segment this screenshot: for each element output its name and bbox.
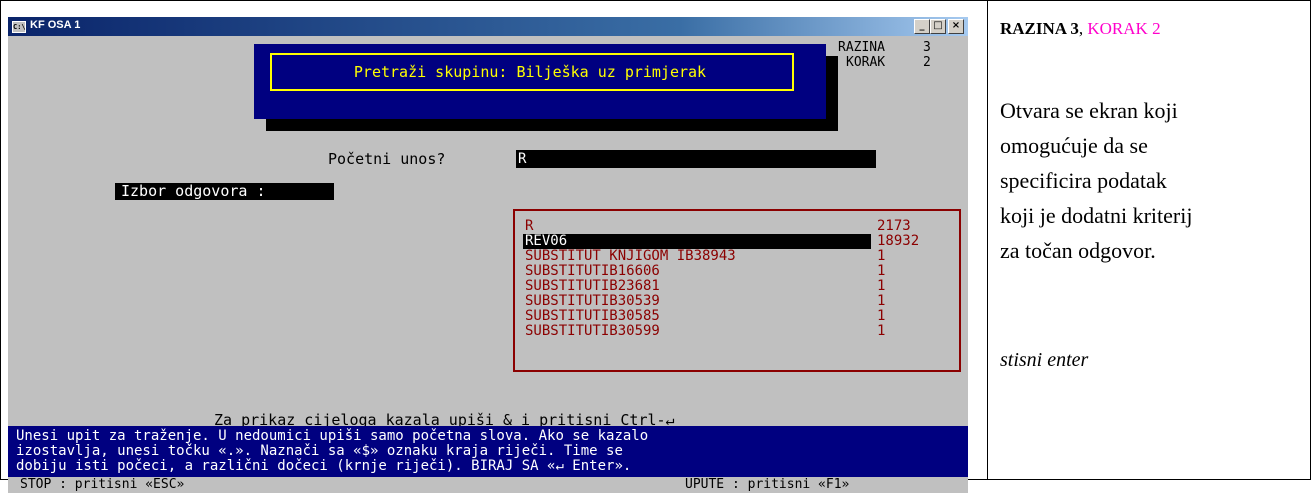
table-border-top [0,0,1311,1]
list-item[interactable]: SUBSTITUTIB16606 1 [523,264,953,279]
description-line: za točan odgovor. [1000,238,1156,263]
list-item[interactable]: R 2173 [523,219,953,234]
korak-label: KORAK [846,55,886,70]
level-indicator: RAZINA 3 KORAK 2 [838,40,953,70]
level-text: RAZINA 3 [1000,19,1079,38]
initial-entry-value: R [518,151,527,167]
answer-choice-label: Izbor odgovora : [115,183,334,200]
list-item[interactable]: SUBSTITUT KNJIGOM IB38943 1 [523,249,953,264]
help-line: izostavlja, unesi točku «.». Naznači sa … [16,443,623,459]
action-instruction: stisni enter [1000,349,1089,371]
help-line: dobiju isti počeci, a različni dočeci (k… [16,458,632,474]
console-icon: C:\ [12,21,26,33]
help-line: Unesi upit za traženje. U nedoumici upiš… [16,428,649,444]
list-item[interactable]: SUBSTITUTIB23681 1 [523,279,953,294]
razina-label: RAZINA [838,40,885,55]
stop-hint: STOP : pritisni «ESC» [20,477,185,492]
korak-value: 2 [923,55,931,70]
header-title: Pretraži skupinu: Bilješka uz primjerak [353,63,707,81]
description-line: omogućuje da se [1000,133,1148,158]
description-line: specificira podatak [1000,168,1167,193]
help-bar: Unesi upit za traženje. U nedoumici upiš… [8,426,968,477]
list-item[interactable]: SUBSTITUTIB30599 1 [523,324,953,339]
status-bar: STOP : pritisni «ESC» UPUTE : pritisni «… [8,477,968,493]
table-divider [987,0,988,480]
razina-value: 3 [923,40,931,55]
step-heading: RAZINA 3, KORAK 2 [1000,19,1161,39]
maximize-button[interactable]: □ [930,19,946,34]
title-bar[interactable]: C:\ KF OSA 1 _ □ × [8,17,968,36]
list-item[interactable]: SUBSTITUTIB30539 1 [523,294,953,309]
console-area: Pretraži skupinu: Bilješka uz primjerak … [8,36,968,493]
close-button[interactable]: × [948,19,964,34]
description-line: Otvara se ekran koji [1000,98,1178,123]
list-item[interactable]: SUBSTITUTIB30585 1 [523,309,953,324]
heading-separator: , [1078,19,1084,38]
table-border-left [0,0,1,480]
console-window: C:\ KF OSA 1 _ □ × Pretraži skupinu: Bil… [8,17,968,493]
step-description: Otvara se ekran koji omogućuje da se spe… [1000,93,1300,268]
help-hint: UPUTE : pritisni «F1» [685,477,850,492]
minimize-button[interactable]: _ [914,19,930,34]
description-line: koji je dodatni kriterij [1000,203,1193,228]
window-title: KF OSA 1 [30,19,81,31]
result-list[interactable]: R 2173 REV06 18932 SUBSTITUT KNJIGOM IB389… [513,209,961,372]
step-text: KORAK 2 [1087,19,1161,38]
initial-entry-input[interactable] [516,150,876,168]
list-item-selected[interactable]: REV06 18932 [523,234,953,249]
initial-entry-label: Početni unos? [328,150,446,168]
